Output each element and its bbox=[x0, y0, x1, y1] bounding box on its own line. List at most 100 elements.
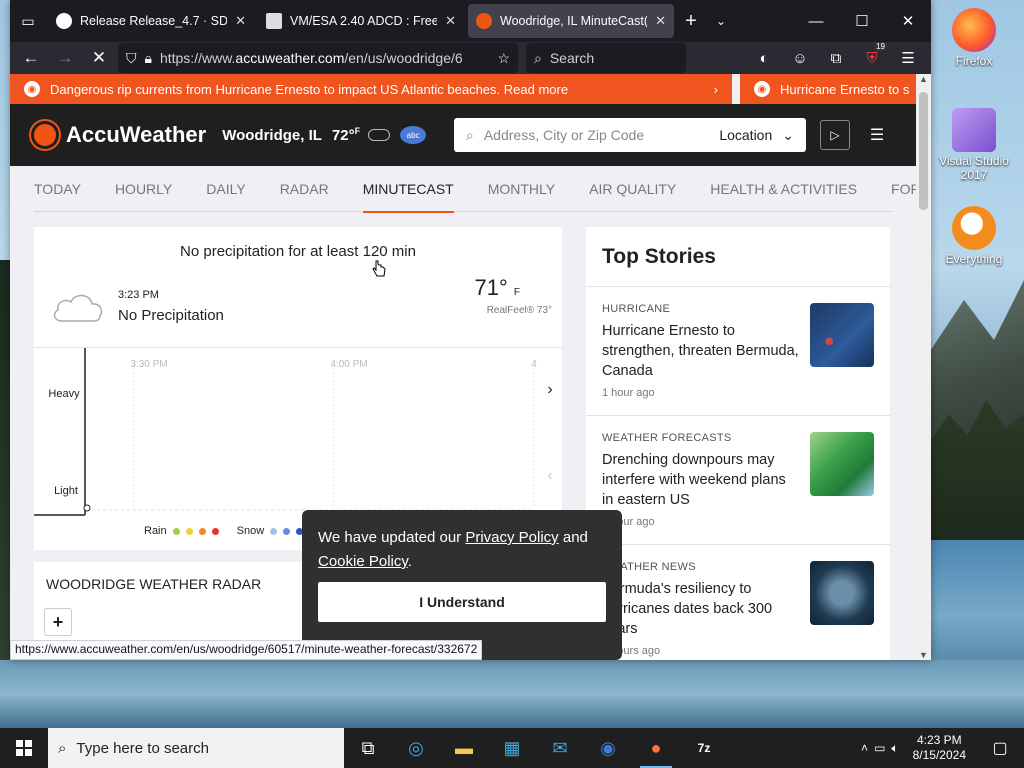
chevron-down-icon[interactable]: ⌄ bbox=[782, 127, 794, 144]
minimize-icon[interactable]: — bbox=[793, 0, 839, 42]
minutecast-chart-svg: Heavy Light 3:30 PM 4:00 PM 4 › ‹ bbox=[34, 348, 553, 516]
url-bar[interactable]: ⛉ 🔒︎ https://www.accuweather.com/en/us/w… bbox=[118, 43, 518, 73]
tab-accuweather[interactable]: Woodridge, IL MinuteCast(R) ✕ bbox=[468, 4, 674, 38]
desktop-icon-label: Firefox bbox=[955, 54, 993, 68]
story-item[interactable]: HURRICANE Hurricane Ernesto to strengthe… bbox=[586, 287, 890, 416]
radar-title: WOODRIDGE WEATHER RADAR bbox=[46, 576, 262, 592]
story-headline[interactable]: Hurricane Ernesto to strengthen, threate… bbox=[602, 321, 800, 381]
vpn-icon[interactable]: ◐ bbox=[747, 44, 781, 72]
subnav-air-quality[interactable]: AIR QUALITY bbox=[589, 166, 676, 212]
nav-bar: ← → ✕ ⛉ 🔒︎ https://www.accuweather.com/e… bbox=[10, 42, 931, 74]
chevron-down-icon[interactable]: ⌄ bbox=[706, 0, 736, 42]
subnav-minutecast[interactable]: MINUTECAST bbox=[362, 166, 454, 213]
bookmark-star-icon[interactable]: ☆ bbox=[497, 50, 510, 67]
subnav: TODAY HOURLY DAILY RADAR MINUTECAST MONT… bbox=[34, 166, 916, 213]
story-item[interactable]: WEATHER NEWS Bermuda's resiliency to hur… bbox=[586, 545, 890, 660]
alert-banner-next[interactable]: ◉ Hurricane Ernesto to s bbox=[740, 74, 916, 104]
chevron-up-icon[interactable]: ˄ bbox=[861, 741, 868, 755]
y-label-heavy: Heavy bbox=[48, 388, 80, 400]
notification-icon[interactable]: ▢ bbox=[980, 728, 1020, 768]
scroll-up-icon[interactable]: ▲ bbox=[916, 74, 931, 84]
7zip-icon[interactable]: 7z bbox=[680, 728, 728, 768]
location-search-input[interactable]: ⌕ Address, City or Zip Code Location ⌄ bbox=[454, 118, 806, 152]
new-tab-button[interactable]: + bbox=[676, 0, 706, 42]
tab-sdl[interactable]: Release Release_4.7 · SDL-Her ✕ bbox=[48, 4, 254, 38]
forward-arrow-icon[interactable]: → bbox=[50, 44, 80, 72]
desktop-icon-everything[interactable]: Everything bbox=[934, 206, 1014, 266]
alert-text[interactable]: Dangerous rip currents from Hurricane Er… bbox=[50, 82, 704, 97]
chevron-right-icon: › bbox=[547, 381, 552, 398]
subnav-radar[interactable]: RADAR bbox=[280, 166, 329, 212]
accuweather-logo[interactable]: AccuWeather bbox=[34, 122, 206, 148]
hamburger-menu-icon[interactable]: ☰ bbox=[862, 125, 892, 145]
page-scrollbar[interactable]: ▲ ▼ bbox=[916, 74, 931, 660]
subnav-hourly[interactable]: HOURLY bbox=[115, 166, 172, 212]
video-play-icon[interactable]: ▷ bbox=[820, 120, 850, 150]
story-thumbnail[interactable] bbox=[810, 432, 874, 496]
zoom-in-button[interactable]: + bbox=[44, 608, 72, 636]
edge-icon[interactable]: ◎ bbox=[392, 728, 440, 768]
taskbar-clock[interactable]: 4:23 PM 8/15/2024 bbox=[905, 733, 974, 763]
story-headline[interactable]: Drenching downpours may interfere with w… bbox=[602, 450, 800, 510]
volume-icon[interactable]: 🔈︎ bbox=[891, 741, 898, 756]
desktop-icon-visual-studio[interactable]: Visual Studio 2017 bbox=[934, 108, 1014, 182]
brand-name: AccuWeather bbox=[66, 122, 207, 147]
story-category: HURRICANE bbox=[602, 303, 671, 315]
subnav-today[interactable]: TODAY bbox=[34, 166, 81, 212]
start-button[interactable] bbox=[0, 728, 48, 768]
legend-rain-dot bbox=[198, 527, 206, 535]
tab-close-icon[interactable]: ✕ bbox=[235, 13, 246, 29]
desktop-icon-firefox[interactable]: Firefox bbox=[934, 8, 1014, 68]
hamburger-menu-icon[interactable]: ☰ bbox=[891, 44, 925, 72]
sun-logo-icon bbox=[34, 124, 56, 146]
tab-close-icon[interactable]: ✕ bbox=[445, 13, 456, 29]
cookie-policy-link[interactable]: Cookie Policy bbox=[318, 553, 408, 570]
subnav-monthly[interactable]: MONTHLY bbox=[488, 166, 555, 212]
close-icon[interactable]: ✕ bbox=[885, 0, 931, 42]
lock-icon[interactable]: 🔒︎ bbox=[145, 50, 152, 67]
chrome-like-icon[interactable]: ◉ bbox=[584, 728, 632, 768]
header-temp[interactable]: 72°F bbox=[332, 126, 360, 144]
cookie-accept-button[interactable]: I Understand bbox=[318, 582, 606, 622]
abc7-logo-icon[interactable]: abc bbox=[400, 126, 427, 144]
store-icon[interactable]: ▦ bbox=[488, 728, 536, 768]
task-view-icon[interactable]: ⧉ bbox=[344, 728, 392, 768]
account-icon[interactable]: ☺ bbox=[783, 44, 817, 72]
privacy-policy-link[interactable]: Privacy Policy bbox=[465, 529, 558, 546]
network-icon[interactable]: ▭ bbox=[874, 741, 885, 755]
url-text[interactable]: https://www.accuweather.com/en/us/woodri… bbox=[160, 50, 489, 66]
mail-icon[interactable]: ✉ bbox=[536, 728, 584, 768]
subnav-for-business[interactable]: FOR BU bbox=[891, 166, 916, 212]
extension-badge: 19 bbox=[874, 42, 887, 51]
story-thumbnail[interactable] bbox=[810, 561, 874, 625]
alert-banner[interactable]: ◉ Dangerous rip currents from Hurricane … bbox=[10, 74, 732, 104]
taskbar-search-input[interactable]: ⌕ Type here to search bbox=[48, 728, 344, 768]
stop-loading-icon[interactable]: ✕ bbox=[84, 44, 114, 72]
tab-list-icon[interactable]: ▭ bbox=[10, 0, 46, 42]
firefox-taskbar-icon[interactable]: ● bbox=[632, 728, 680, 768]
header-location[interactable]: Woodridge, IL bbox=[222, 127, 322, 144]
scroll-down-icon[interactable]: ▼ bbox=[916, 650, 931, 660]
back-arrow-icon[interactable]: ← bbox=[16, 44, 46, 72]
ublock-icon[interactable]: ⛨ 19 bbox=[855, 42, 889, 72]
accuweather-favicon-icon bbox=[476, 13, 492, 29]
location-dropdown-label[interactable]: Location bbox=[719, 127, 772, 143]
top-stories-title: Top Stories bbox=[586, 227, 890, 287]
shield-icon[interactable]: ⛉ bbox=[126, 50, 137, 67]
story-thumbnail[interactable] bbox=[810, 303, 874, 367]
chevron-right-icon[interactable]: › bbox=[714, 82, 718, 97]
tab-close-icon[interactable]: ✕ bbox=[655, 13, 666, 29]
story-age: 4 hours ago bbox=[602, 645, 661, 657]
file-explorer-icon[interactable]: ▬ bbox=[440, 728, 488, 768]
scrollbar-thumb[interactable] bbox=[919, 92, 928, 210]
tab-vmesa[interactable]: VM/ESA 2.40 ADCD : Free Dow ✕ bbox=[258, 4, 464, 38]
browser-search-input[interactable]: ⌕ Search bbox=[526, 43, 686, 73]
extensions-puzzle-icon[interactable]: ⧉ bbox=[819, 44, 853, 72]
subnav-daily[interactable]: DAILY bbox=[206, 166, 245, 212]
story-headline[interactable]: Bermuda's resiliency to hurricanes dates… bbox=[602, 579, 800, 639]
subnav-health-activities[interactable]: HEALTH & ACTIVITIES bbox=[710, 166, 857, 212]
maximize-icon[interactable]: ☐ bbox=[839, 0, 885, 42]
story-item[interactable]: WEATHER FORECASTS Drenching downpours ma… bbox=[586, 416, 890, 545]
github-icon bbox=[56, 13, 72, 29]
alert-text[interactable]: Hurricane Ernesto to s bbox=[780, 82, 909, 97]
